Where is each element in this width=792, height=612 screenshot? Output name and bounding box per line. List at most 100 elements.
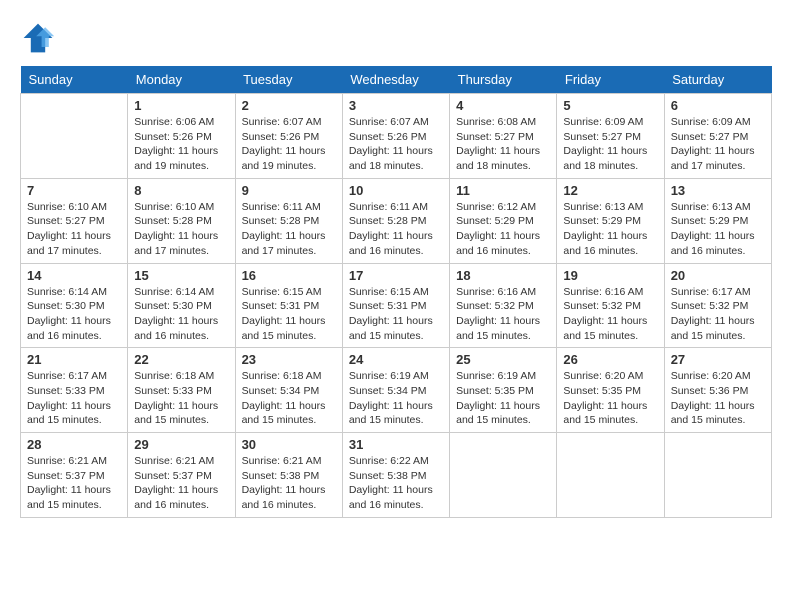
day-info: Sunrise: 6:13 AM Sunset: 5:29 PM Dayligh…	[563, 200, 657, 259]
day-number: 21	[27, 352, 121, 367]
day-info: Sunrise: 6:06 AM Sunset: 5:26 PM Dayligh…	[134, 115, 228, 174]
day-info: Sunrise: 6:21 AM Sunset: 5:37 PM Dayligh…	[134, 454, 228, 513]
calendar-cell: 20 Sunrise: 6:17 AM Sunset: 5:32 PM Dayli…	[664, 263, 771, 348]
calendar-cell	[557, 433, 664, 518]
calendar-cell: 25Sunrise: 6:19 AM Sunset: 5:35 PM Dayli…	[450, 348, 557, 433]
day-info: Sunrise: 6:20 AM Sunset: 5:36 PM Dayligh…	[671, 369, 765, 428]
calendar-week-row: 21Sunrise: 6:17 AM Sunset: 5:33 PM Dayli…	[21, 348, 772, 433]
calendar-header-sunday: Sunday	[21, 66, 128, 94]
calendar-cell: 29 Sunrise: 6:21 AM Sunset: 5:37 PM Dayli…	[128, 433, 235, 518]
calendar-cell: 18 Sunrise: 6:16 AM Sunset: 5:32 PM Dayli…	[450, 263, 557, 348]
calendar-cell	[450, 433, 557, 518]
calendar-cell: 15Sunrise: 6:14 AM Sunset: 5:30 PM Dayli…	[128, 263, 235, 348]
calendar-cell: 6Sunrise: 6:09 AM Sunset: 5:27 PM Daylig…	[664, 94, 771, 179]
day-info: Sunrise: 6:11 AM Sunset: 5:28 PM Dayligh…	[349, 200, 443, 259]
calendar-cell: 13 Sunrise: 6:13 AM Sunset: 5:29 PM Dayli…	[664, 178, 771, 263]
day-number: 30	[242, 437, 336, 452]
day-info: Sunrise: 6:20 AM Sunset: 5:35 PM Dayligh…	[563, 369, 657, 428]
day-number: 11	[456, 183, 550, 198]
day-number: 3	[349, 98, 443, 113]
day-number: 6	[671, 98, 765, 113]
day-number: 22	[134, 352, 228, 367]
day-number: 8	[134, 183, 228, 198]
day-number: 27	[671, 352, 765, 367]
day-number: 18	[456, 268, 550, 283]
calendar-cell: 30 Sunrise: 6:21 AM Sunset: 5:38 PM Dayli…	[235, 433, 342, 518]
calendar-cell: 16Sunrise: 6:15 AM Sunset: 5:31 PM Dayli…	[235, 263, 342, 348]
day-info: Sunrise: 6:18 AM Sunset: 5:34 PM Dayligh…	[242, 369, 336, 428]
calendar-cell: 11 Sunrise: 6:12 AM Sunset: 5:29 PM Dayli…	[450, 178, 557, 263]
day-number: 5	[563, 98, 657, 113]
day-info: Sunrise: 6:14 AM Sunset: 5:30 PM Dayligh…	[27, 285, 121, 344]
day-number: 29	[134, 437, 228, 452]
calendar-header-monday: Monday	[128, 66, 235, 94]
calendar-week-row: 1 Sunrise: 6:06 AM Sunset: 5:26 PM Daylig…	[21, 94, 772, 179]
calendar-cell: 12 Sunrise: 6:13 AM Sunset: 5:29 PM Dayli…	[557, 178, 664, 263]
day-info: Sunrise: 6:12 AM Sunset: 5:29 PM Dayligh…	[456, 200, 550, 259]
calendar-cell: 4 Sunrise: 6:08 AM Sunset: 5:27 PM Daylig…	[450, 94, 557, 179]
day-number: 1	[134, 98, 228, 113]
day-number: 25	[456, 352, 550, 367]
calendar-table: SundayMondayTuesdayWednesdayThursdayFrid…	[20, 66, 772, 518]
calendar-cell: 17Sunrise: 6:15 AM Sunset: 5:31 PM Dayli…	[342, 263, 449, 348]
calendar-cell: 9Sunrise: 6:11 AM Sunset: 5:28 PM Daylig…	[235, 178, 342, 263]
day-number: 14	[27, 268, 121, 283]
calendar-cell: 28 Sunrise: 6:21 AM Sunset: 5:37 PM Dayli…	[21, 433, 128, 518]
day-number: 12	[563, 183, 657, 198]
calendar-header-wednesday: Wednesday	[342, 66, 449, 94]
calendar-week-row: 14 Sunrise: 6:14 AM Sunset: 5:30 PM Dayli…	[21, 263, 772, 348]
day-info: Sunrise: 6:15 AM Sunset: 5:31 PM Dayligh…	[242, 285, 336, 344]
day-info: Sunrise: 6:18 AM Sunset: 5:33 PM Dayligh…	[134, 369, 228, 428]
day-info: Sunrise: 6:21 AM Sunset: 5:38 PM Dayligh…	[242, 454, 336, 513]
day-number: 19	[563, 268, 657, 283]
day-number: 13	[671, 183, 765, 198]
day-number: 26	[563, 352, 657, 367]
calendar-header-friday: Friday	[557, 66, 664, 94]
calendar-week-row: 7Sunrise: 6:10 AM Sunset: 5:27 PM Daylig…	[21, 178, 772, 263]
calendar-cell: 3 Sunrise: 6:07 AM Sunset: 5:26 PM Daylig…	[342, 94, 449, 179]
calendar-cell: 21Sunrise: 6:17 AM Sunset: 5:33 PM Dayli…	[21, 348, 128, 433]
calendar-cell: 8Sunrise: 6:10 AM Sunset: 5:28 PM Daylig…	[128, 178, 235, 263]
logo-icon	[20, 20, 56, 56]
day-number: 24	[349, 352, 443, 367]
calendar-cell: 10 Sunrise: 6:11 AM Sunset: 5:28 PM Dayli…	[342, 178, 449, 263]
day-info: Sunrise: 6:16 AM Sunset: 5:32 PM Dayligh…	[456, 285, 550, 344]
day-info: Sunrise: 6:21 AM Sunset: 5:37 PM Dayligh…	[27, 454, 121, 513]
calendar-cell: 1 Sunrise: 6:06 AM Sunset: 5:26 PM Daylig…	[128, 94, 235, 179]
day-info: Sunrise: 6:08 AM Sunset: 5:27 PM Dayligh…	[456, 115, 550, 174]
day-info: Sunrise: 6:07 AM Sunset: 5:26 PM Dayligh…	[349, 115, 443, 174]
day-number: 17	[349, 268, 443, 283]
calendar-header-tuesday: Tuesday	[235, 66, 342, 94]
calendar-cell	[664, 433, 771, 518]
day-info: Sunrise: 6:22 AM Sunset: 5:38 PM Dayligh…	[349, 454, 443, 513]
day-number: 15	[134, 268, 228, 283]
day-info: Sunrise: 6:17 AM Sunset: 5:32 PM Dayligh…	[671, 285, 765, 344]
calendar-cell: 7Sunrise: 6:10 AM Sunset: 5:27 PM Daylig…	[21, 178, 128, 263]
calendar-header-thursday: Thursday	[450, 66, 557, 94]
logo	[20, 20, 60, 56]
day-number: 31	[349, 437, 443, 452]
day-info: Sunrise: 6:19 AM Sunset: 5:34 PM Dayligh…	[349, 369, 443, 428]
calendar-week-row: 28 Sunrise: 6:21 AM Sunset: 5:37 PM Dayli…	[21, 433, 772, 518]
calendar-cell: 31 Sunrise: 6:22 AM Sunset: 5:38 PM Dayli…	[342, 433, 449, 518]
day-number: 10	[349, 183, 443, 198]
calendar-cell	[21, 94, 128, 179]
calendar-header-saturday: Saturday	[664, 66, 771, 94]
calendar-cell: 27 Sunrise: 6:20 AM Sunset: 5:36 PM Dayli…	[664, 348, 771, 433]
day-info: Sunrise: 6:09 AM Sunset: 5:27 PM Dayligh…	[563, 115, 657, 174]
day-number: 2	[242, 98, 336, 113]
day-info: Sunrise: 6:10 AM Sunset: 5:27 PM Dayligh…	[27, 200, 121, 259]
calendar-cell: 19 Sunrise: 6:16 AM Sunset: 5:32 PM Dayli…	[557, 263, 664, 348]
day-info: Sunrise: 6:11 AM Sunset: 5:28 PM Dayligh…	[242, 200, 336, 259]
day-number: 28	[27, 437, 121, 452]
calendar-cell: 2Sunrise: 6:07 AM Sunset: 5:26 PM Daylig…	[235, 94, 342, 179]
day-number: 20	[671, 268, 765, 283]
calendar-cell: 26 Sunrise: 6:20 AM Sunset: 5:35 PM Dayli…	[557, 348, 664, 433]
day-number: 23	[242, 352, 336, 367]
calendar-cell: 24 Sunrise: 6:19 AM Sunset: 5:34 PM Dayli…	[342, 348, 449, 433]
day-number: 4	[456, 98, 550, 113]
calendar-header-row: SundayMondayTuesdayWednesdayThursdayFrid…	[21, 66, 772, 94]
day-info: Sunrise: 6:16 AM Sunset: 5:32 PM Dayligh…	[563, 285, 657, 344]
calendar-cell: 5 Sunrise: 6:09 AM Sunset: 5:27 PM Daylig…	[557, 94, 664, 179]
day-info: Sunrise: 6:13 AM Sunset: 5:29 PM Dayligh…	[671, 200, 765, 259]
